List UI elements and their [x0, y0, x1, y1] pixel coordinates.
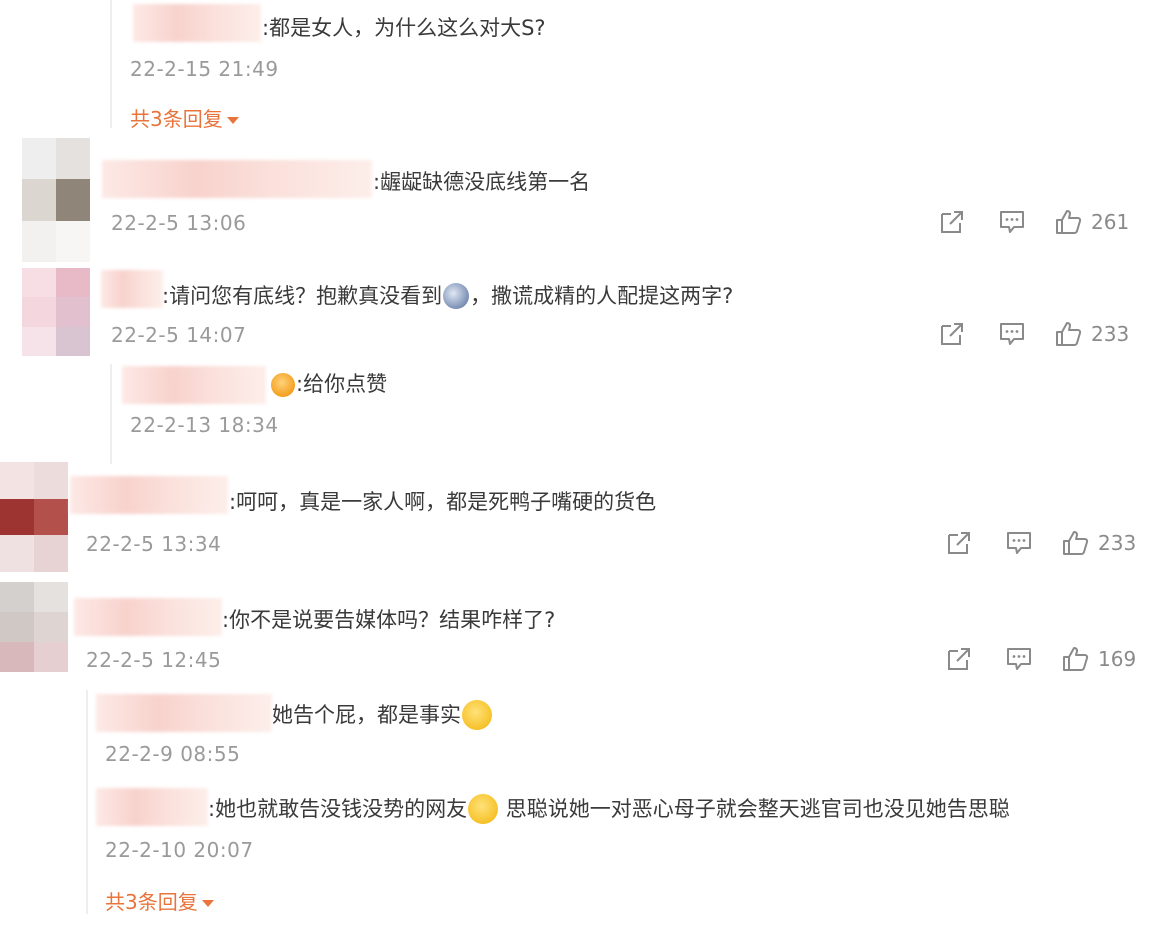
comment-timestamp: 22-2-5 13:34	[86, 532, 222, 556]
thumbs-up-icon[interactable]	[1060, 644, 1090, 674]
caret-down-icon	[201, 900, 214, 907]
thread-line	[110, 364, 112, 464]
avatar[interactable]	[22, 138, 90, 262]
comment-timestamp: 22-2-5 14:07	[111, 323, 247, 347]
grin-emoji-icon	[468, 794, 499, 824]
comment-icon[interactable]	[1004, 644, 1034, 674]
comment-icon[interactable]	[1004, 528, 1034, 558]
thread-line	[110, 0, 112, 128]
comment-actions: 169	[944, 644, 1136, 674]
comment-text: :呵呵，真是一家人啊，都是死鸭子嘴硬的货色	[229, 490, 657, 514]
reply-text-part: :她也就敢告没钱没势的网友	[208, 797, 468, 821]
username-blurred[interactable]	[122, 366, 266, 404]
heart-eyes-emoji-icon	[271, 373, 295, 397]
comment-text: :请问您有底线？抱歉真没看到 ，撒谎成精的人配提这两字?	[162, 282, 733, 310]
comment-text-part: ，撒谎成精的人配提这两字?	[470, 284, 734, 308]
username-blurred[interactable]	[101, 270, 163, 308]
reply-timestamp: 22-2-15 21:49	[130, 57, 279, 81]
username-blurred[interactable]	[70, 476, 228, 514]
thumbs-up-icon[interactable]	[1053, 319, 1083, 349]
username-blurred[interactable]	[133, 4, 261, 42]
username-blurred[interactable]	[96, 788, 208, 826]
comment-icon[interactable]	[997, 207, 1027, 237]
share-icon[interactable]	[937, 207, 967, 237]
reply-timestamp: 22-2-9 08:55	[105, 742, 241, 766]
caret-down-icon	[226, 117, 239, 124]
reply-text-part: 思聪说她一对恶心母子就会整天逃官司也没见她告思聪	[499, 797, 1010, 821]
comment-text-part: :请问您有底线？抱歉真没看到	[162, 284, 443, 308]
like-count: 233	[1098, 531, 1137, 555]
reply-text: :她也就敢告没钱没势的网友 思聪说她一对恶心母子就会整天逃官司也没见她告思聪	[208, 794, 1010, 824]
reply-text: 她告个屁，都是事实	[272, 700, 493, 730]
comment-icon[interactable]	[997, 319, 1027, 349]
thread-line	[86, 690, 88, 914]
thumbs-up-icon[interactable]	[1060, 528, 1090, 558]
more-replies-label: 共3条回复	[105, 890, 198, 914]
share-icon[interactable]	[944, 528, 974, 558]
comment-actions: 261	[937, 207, 1129, 237]
comment-text: :你不是说要告媒体吗？结果咋样了?	[222, 608, 556, 632]
share-icon[interactable]	[944, 644, 974, 674]
reply-text-part: 她告个屁，都是事实	[272, 703, 461, 727]
avatar[interactable]	[0, 582, 68, 672]
comment-timestamp: 22-2-5 13:06	[111, 211, 247, 235]
reply-text-part: :给你点赞	[296, 372, 388, 396]
comment-actions: 233	[937, 319, 1129, 349]
more-replies-link[interactable]: 共3条回复	[130, 106, 239, 132]
username-blurred[interactable]	[102, 160, 372, 198]
more-replies-link[interactable]: 共3条回复	[105, 889, 214, 915]
like-count: 169	[1098, 647, 1137, 671]
reply-text: :给你点赞	[270, 370, 387, 398]
reply-text: :都是女人，为什么这么对大S?	[262, 16, 546, 40]
username-blurred[interactable]	[96, 694, 272, 732]
reply-timestamp: 22-2-13 18:34	[130, 413, 279, 437]
comment-timestamp: 22-2-5 12:45	[86, 648, 222, 672]
comment-actions: 233	[944, 528, 1136, 558]
share-icon[interactable]	[937, 319, 967, 349]
avatar[interactable]	[0, 462, 68, 572]
username-blurred[interactable]	[74, 598, 222, 636]
laugh-cry-emoji-icon	[462, 700, 492, 730]
like-count: 233	[1091, 322, 1130, 346]
sad-emoji-icon	[443, 283, 470, 309]
avatar[interactable]	[22, 268, 90, 356]
comment-text: :龌龊缺德没底线第一名	[373, 170, 591, 194]
more-replies-label: 共3条回复	[130, 107, 223, 131]
like-count: 261	[1091, 210, 1130, 234]
comment-thread: :都是女人，为什么这么对大S? 22-2-15 21:49 共3条回复 :龌龊缺…	[0, 0, 1160, 930]
thumbs-up-icon[interactable]	[1053, 207, 1083, 237]
reply-timestamp: 22-2-10 20:07	[105, 838, 254, 862]
